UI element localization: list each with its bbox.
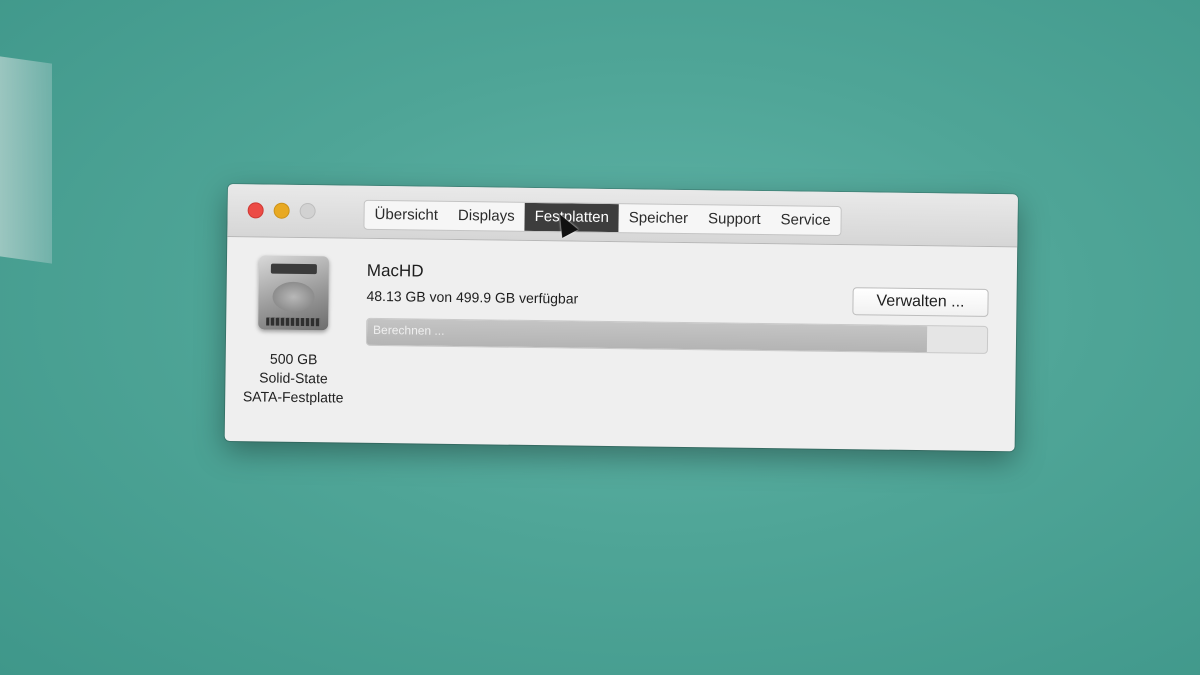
zoom-button[interactable]: [299, 202, 316, 220]
drive-interface: SATA-Festplatte: [242, 388, 344, 406]
tab-uebersicht[interactable]: Übersicht: [364, 201, 448, 230]
tab-displays[interactable]: Displays: [448, 202, 525, 231]
storage-pane: 500 GB Solid-State SATA-Festplatte MacHD…: [225, 237, 1018, 451]
drive-connector: [266, 317, 321, 327]
drive-info: 500 GB Solid-State SATA-Festplatte: [229, 349, 358, 408]
minimize-button[interactable]: [273, 202, 290, 219]
tab-support[interactable]: Support: [698, 205, 771, 234]
screen-glare: [0, 56, 52, 264]
drive-type: Solid-State: [259, 369, 328, 387]
tab-bar: Übersicht Displays Festplatten Speicher …: [363, 199, 842, 237]
storage-bar-label: Berechnen ...: [373, 322, 445, 338]
drive-platter: [272, 281, 315, 313]
tab-service[interactable]: Service: [770, 206, 840, 235]
drive-capacity: 500 GB: [269, 350, 318, 368]
manage-button[interactable]: Verwalten ...: [852, 287, 989, 317]
tab-speicher[interactable]: Speicher: [619, 204, 699, 233]
storage-used-fill: [366, 318, 928, 353]
about-this-mac-window: Übersicht Displays Festplatten Speicher …: [224, 184, 1018, 452]
storage-usage-bar: Berechnen ...: [365, 317, 989, 354]
volume-name: MacHD: [366, 260, 424, 281]
volume-free-space: 48.13 GB von 499.9 GB verfügbar: [366, 287, 579, 307]
close-button[interactable]: [247, 202, 264, 219]
drive-label-plate: [270, 263, 317, 275]
hard-drive-icon: [258, 255, 330, 331]
